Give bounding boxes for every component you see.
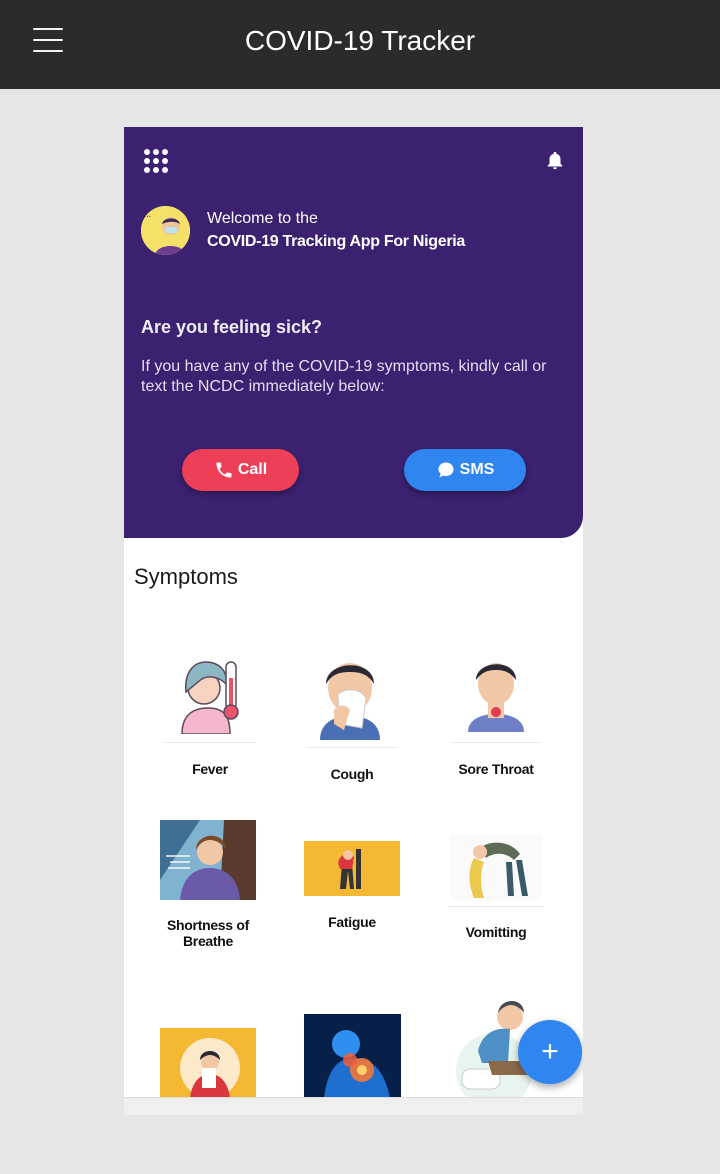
welcome-line-2: COVID-19 Tracking App For Nigeria <box>207 233 466 250</box>
symptom-label: Fatigue <box>328 914 376 930</box>
feeling-sick-description: If you have any of the COVID-19 symptoms… <box>141 358 547 395</box>
header-toolbar <box>124 127 583 193</box>
body-pain-icon <box>304 1014 401 1098</box>
symptom-card-cough[interactable]: Cough <box>304 642 400 787</box>
app-bar: COVID-19 Tracker <box>0 0 720 89</box>
welcome-header: ••• Welcome to the COVID-19 Tracking App… <box>124 127 583 538</box>
symptom-card-sore-throat[interactable]: Sore Throat <box>448 642 544 782</box>
symptom-label: Fever <box>192 761 228 777</box>
symptom-label: Vomitting <box>465 924 527 940</box>
app-title: COVID-19 Tracker <box>244 25 476 56</box>
add-fab-button[interactable]: + <box>518 1020 582 1084</box>
sore-throat-icon <box>466 656 526 732</box>
divider <box>164 742 256 743</box>
symptom-label: Shortness of Breathe <box>167 917 249 949</box>
chat-bubble-icon <box>438 462 454 478</box>
sms-button-label: SMS <box>459 461 495 478</box>
fever-thermometer-icon <box>176 652 242 734</box>
welcome-line-1: Welcome to the <box>207 210 318 227</box>
apps-grid-icon[interactable] <box>144 149 168 173</box>
divider <box>306 747 398 748</box>
symptom-card-vomiting[interactable]: Vomitting <box>448 830 544 950</box>
sms-button[interactable]: SMS <box>404 449 526 491</box>
symptom-card-sneezing[interactable] <box>160 1028 256 1098</box>
call-button[interactable]: Call <box>182 449 299 491</box>
symptom-card-fever[interactable]: Fever <box>162 642 258 782</box>
app-preview: ••• Welcome to the COVID-19 Tracking App… <box>124 127 583 1115</box>
sneezing-icon <box>160 1028 256 1098</box>
symptom-card-body-pain[interactable] <box>304 1014 401 1098</box>
fatigue-icon <box>304 841 400 896</box>
symptom-card-fatigue[interactable]: Fatigue <box>304 841 400 951</box>
bottom-bar <box>124 1097 583 1115</box>
call-button-label: Call <box>237 461 268 478</box>
svg-text:•••: ••• <box>144 214 151 219</box>
symptom-label: Cough <box>330 766 374 782</box>
symptoms-heading: Symptoms <box>134 564 238 589</box>
cough-icon <box>316 650 384 740</box>
avatar: ••• <box>141 206 190 255</box>
vomiting-icon <box>450 834 542 900</box>
shortness-of-breath-icon <box>160 820 256 900</box>
divider <box>450 742 542 743</box>
symptom-label: Sore Throat <box>458 761 534 777</box>
feeling-sick-question: Are you feeling sick? <box>141 317 323 337</box>
plus-icon: + <box>541 1035 559 1068</box>
bell-icon[interactable] <box>544 149 566 173</box>
symptom-card-shortness-of-breath[interactable]: Shortness of Breathe <box>160 820 256 955</box>
phone-icon <box>216 462 232 478</box>
divider <box>448 906 544 907</box>
